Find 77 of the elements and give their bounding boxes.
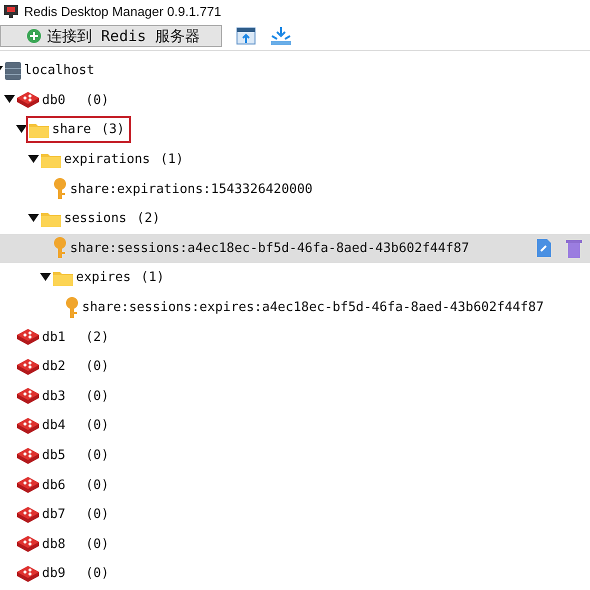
tree-row[interactable]: localhost bbox=[0, 56, 590, 86]
key-icon bbox=[52, 237, 68, 260]
tree-row[interactable]: share (3) bbox=[0, 115, 590, 145]
import-icon[interactable] bbox=[236, 26, 256, 46]
key-icon bbox=[64, 296, 80, 319]
node-label: db6 bbox=[42, 478, 66, 493]
export-icon[interactable] bbox=[270, 26, 292, 46]
node-label: db1 bbox=[42, 330, 66, 345]
tree-row[interactable]: db0 (0) bbox=[0, 86, 590, 116]
node-label: share:sessions:expires:a4ec18ec-bf5d-46fa-8aed-43b602f44f87 bbox=[82, 300, 544, 316]
item-count: (3) bbox=[101, 122, 125, 138]
node-label: expires bbox=[76, 270, 131, 286]
tree-row[interactable]: sessions (2) bbox=[0, 204, 590, 234]
server-icon bbox=[4, 60, 22, 81]
item-count: (0) bbox=[85, 566, 109, 582]
node-label: db2 bbox=[42, 359, 66, 374]
tree-row[interactable]: db3 (0) bbox=[0, 382, 590, 412]
item-count: (0) bbox=[85, 388, 109, 404]
item-count: (0) bbox=[85, 507, 109, 522]
expanded-arrow-icon[interactable] bbox=[16, 124, 27, 134]
document-link-icon[interactable] bbox=[536, 238, 552, 258]
tree-row[interactable]: db6 (0) bbox=[0, 470, 590, 500]
window-title: Redis Desktop Manager 0.9.1.771 bbox=[24, 4, 222, 18]
database-icon bbox=[16, 475, 40, 496]
tree-row[interactable]: db2 (0) bbox=[0, 352, 590, 382]
tree-row[interactable]: db9 (0) bbox=[0, 559, 590, 589]
item-count: (2) bbox=[136, 211, 160, 226]
expanded-arrow-icon[interactable] bbox=[4, 94, 15, 104]
item-count: (0) bbox=[85, 92, 109, 108]
node-label: localhost bbox=[24, 63, 94, 78]
node-label: db0 bbox=[42, 92, 66, 108]
app-icon bbox=[4, 4, 18, 18]
tree-row[interactable]: db7 (0) bbox=[0, 500, 590, 530]
tree-row[interactable]: db8 (0) bbox=[0, 530, 590, 560]
database-icon bbox=[16, 416, 40, 436]
tree-row[interactable]: share:sessions:expires:a4ec18ec-bf5d-46fa-8aed-43b602f44f87 bbox=[0, 292, 590, 322]
item-count: (0) bbox=[85, 536, 109, 552]
item-count: (0) bbox=[85, 478, 109, 493]
database-icon bbox=[16, 327, 40, 348]
expanded-arrow-icon[interactable] bbox=[28, 212, 39, 223]
tree-row[interactable]: db5 (0) bbox=[0, 440, 590, 470]
node-label: sessions bbox=[64, 211, 127, 226]
connect-server-button[interactable]: 连接到 Redis 服务器 bbox=[0, 25, 222, 47]
tree-row[interactable]: share:sessions:a4ec18ec-bf5d-46fa-8aed-43b602f44f87 bbox=[0, 234, 590, 264]
item-count: (0) bbox=[85, 359, 109, 374]
tree-row[interactable]: expires (1) bbox=[0, 263, 590, 293]
node-label: db8 bbox=[42, 536, 66, 552]
database-icon bbox=[16, 386, 40, 406]
tree-row[interactable]: db4 (0) bbox=[0, 411, 590, 441]
node-label: db5 bbox=[42, 448, 66, 464]
database-icon bbox=[16, 534, 40, 554]
node-label: share:expirations:1543326420000 bbox=[70, 182, 313, 197]
expanded-arrow-icon[interactable] bbox=[28, 154, 39, 164]
item-count: (2) bbox=[85, 330, 109, 345]
database-icon bbox=[16, 504, 40, 525]
node-label: share:sessions:a4ec18ec-bf5d-46fa-8aed-43b602f44f87 bbox=[70, 240, 470, 256]
tree-row[interactable]: share:expirations:1543326420000 bbox=[0, 174, 590, 204]
node-label: db3 bbox=[42, 388, 66, 404]
trash-icon[interactable] bbox=[566, 238, 582, 258]
tree-row[interactable]: db1 (2) bbox=[0, 322, 590, 352]
item-count: (0) bbox=[85, 448, 109, 464]
node-label: share bbox=[52, 122, 92, 138]
expanded-arrow-icon[interactable] bbox=[40, 272, 51, 282]
database-icon bbox=[16, 90, 40, 110]
database-icon bbox=[16, 564, 40, 584]
item-count: (1) bbox=[160, 152, 184, 168]
node-label: db7 bbox=[42, 507, 66, 522]
tree-row[interactable]: expirations (1) bbox=[0, 144, 590, 174]
plus-icon bbox=[27, 29, 41, 43]
node-label: db9 bbox=[42, 566, 66, 582]
node-label: expirations bbox=[64, 152, 150, 168]
database-icon bbox=[16, 446, 40, 466]
key-icon bbox=[52, 178, 68, 200]
item-count: (0) bbox=[85, 418, 109, 434]
item-count: (1) bbox=[140, 270, 164, 286]
node-label: db4 bbox=[42, 418, 66, 434]
database-icon bbox=[16, 356, 40, 377]
